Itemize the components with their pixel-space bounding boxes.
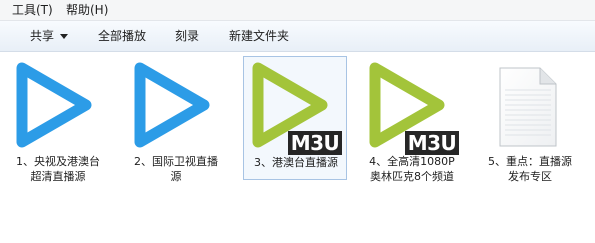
- menu-help[interactable]: 帮助(H): [66, 2, 108, 18]
- play-icon-blue: [134, 62, 210, 148]
- file-label: 2、国际卫视直播 源: [134, 155, 218, 183]
- document-icon: [499, 67, 557, 147]
- menu-bar: 工具(T) 帮助(H): [0, 0, 595, 21]
- play-icon-blue: [16, 62, 92, 148]
- file-item[interactable]: 5、重点：直播源 发布专区: [478, 56, 582, 183]
- file-label: 3、港澳台直播源: [254, 156, 338, 169]
- file-item[interactable]: M3U 4、全高清1080P 奥林匹克8个频道: [360, 56, 464, 183]
- file-item[interactable]: M3U 3、港澳台直播源: [243, 56, 347, 180]
- share-button[interactable]: 共享: [30, 28, 54, 44]
- play-all-button[interactable]: 全部播放: [98, 28, 146, 44]
- new-folder-button[interactable]: 新建文件夹: [229, 28, 289, 44]
- burn-button[interactable]: 刻录: [175, 28, 199, 44]
- file-label: 1、央视及港澳台 超清直播源: [16, 155, 100, 183]
- m3u-badge: M3U: [405, 131, 459, 155]
- file-label: 5、重点：直播源 发布专区: [488, 155, 572, 183]
- file-item[interactable]: 2、国际卫视直播 源: [124, 56, 228, 183]
- command-toolbar: 共享 全部播放 刻录 新建文件夹: [0, 21, 595, 52]
- file-item[interactable]: 1、央视及港澳台 超清直播源: [6, 56, 110, 183]
- menu-tools[interactable]: 工具(T): [12, 2, 53, 18]
- m3u-badge: M3U: [288, 131, 342, 155]
- file-label: 4、全高清1080P 奥林匹克8个频道: [369, 155, 455, 183]
- chevron-down-icon[interactable]: [60, 34, 68, 39]
